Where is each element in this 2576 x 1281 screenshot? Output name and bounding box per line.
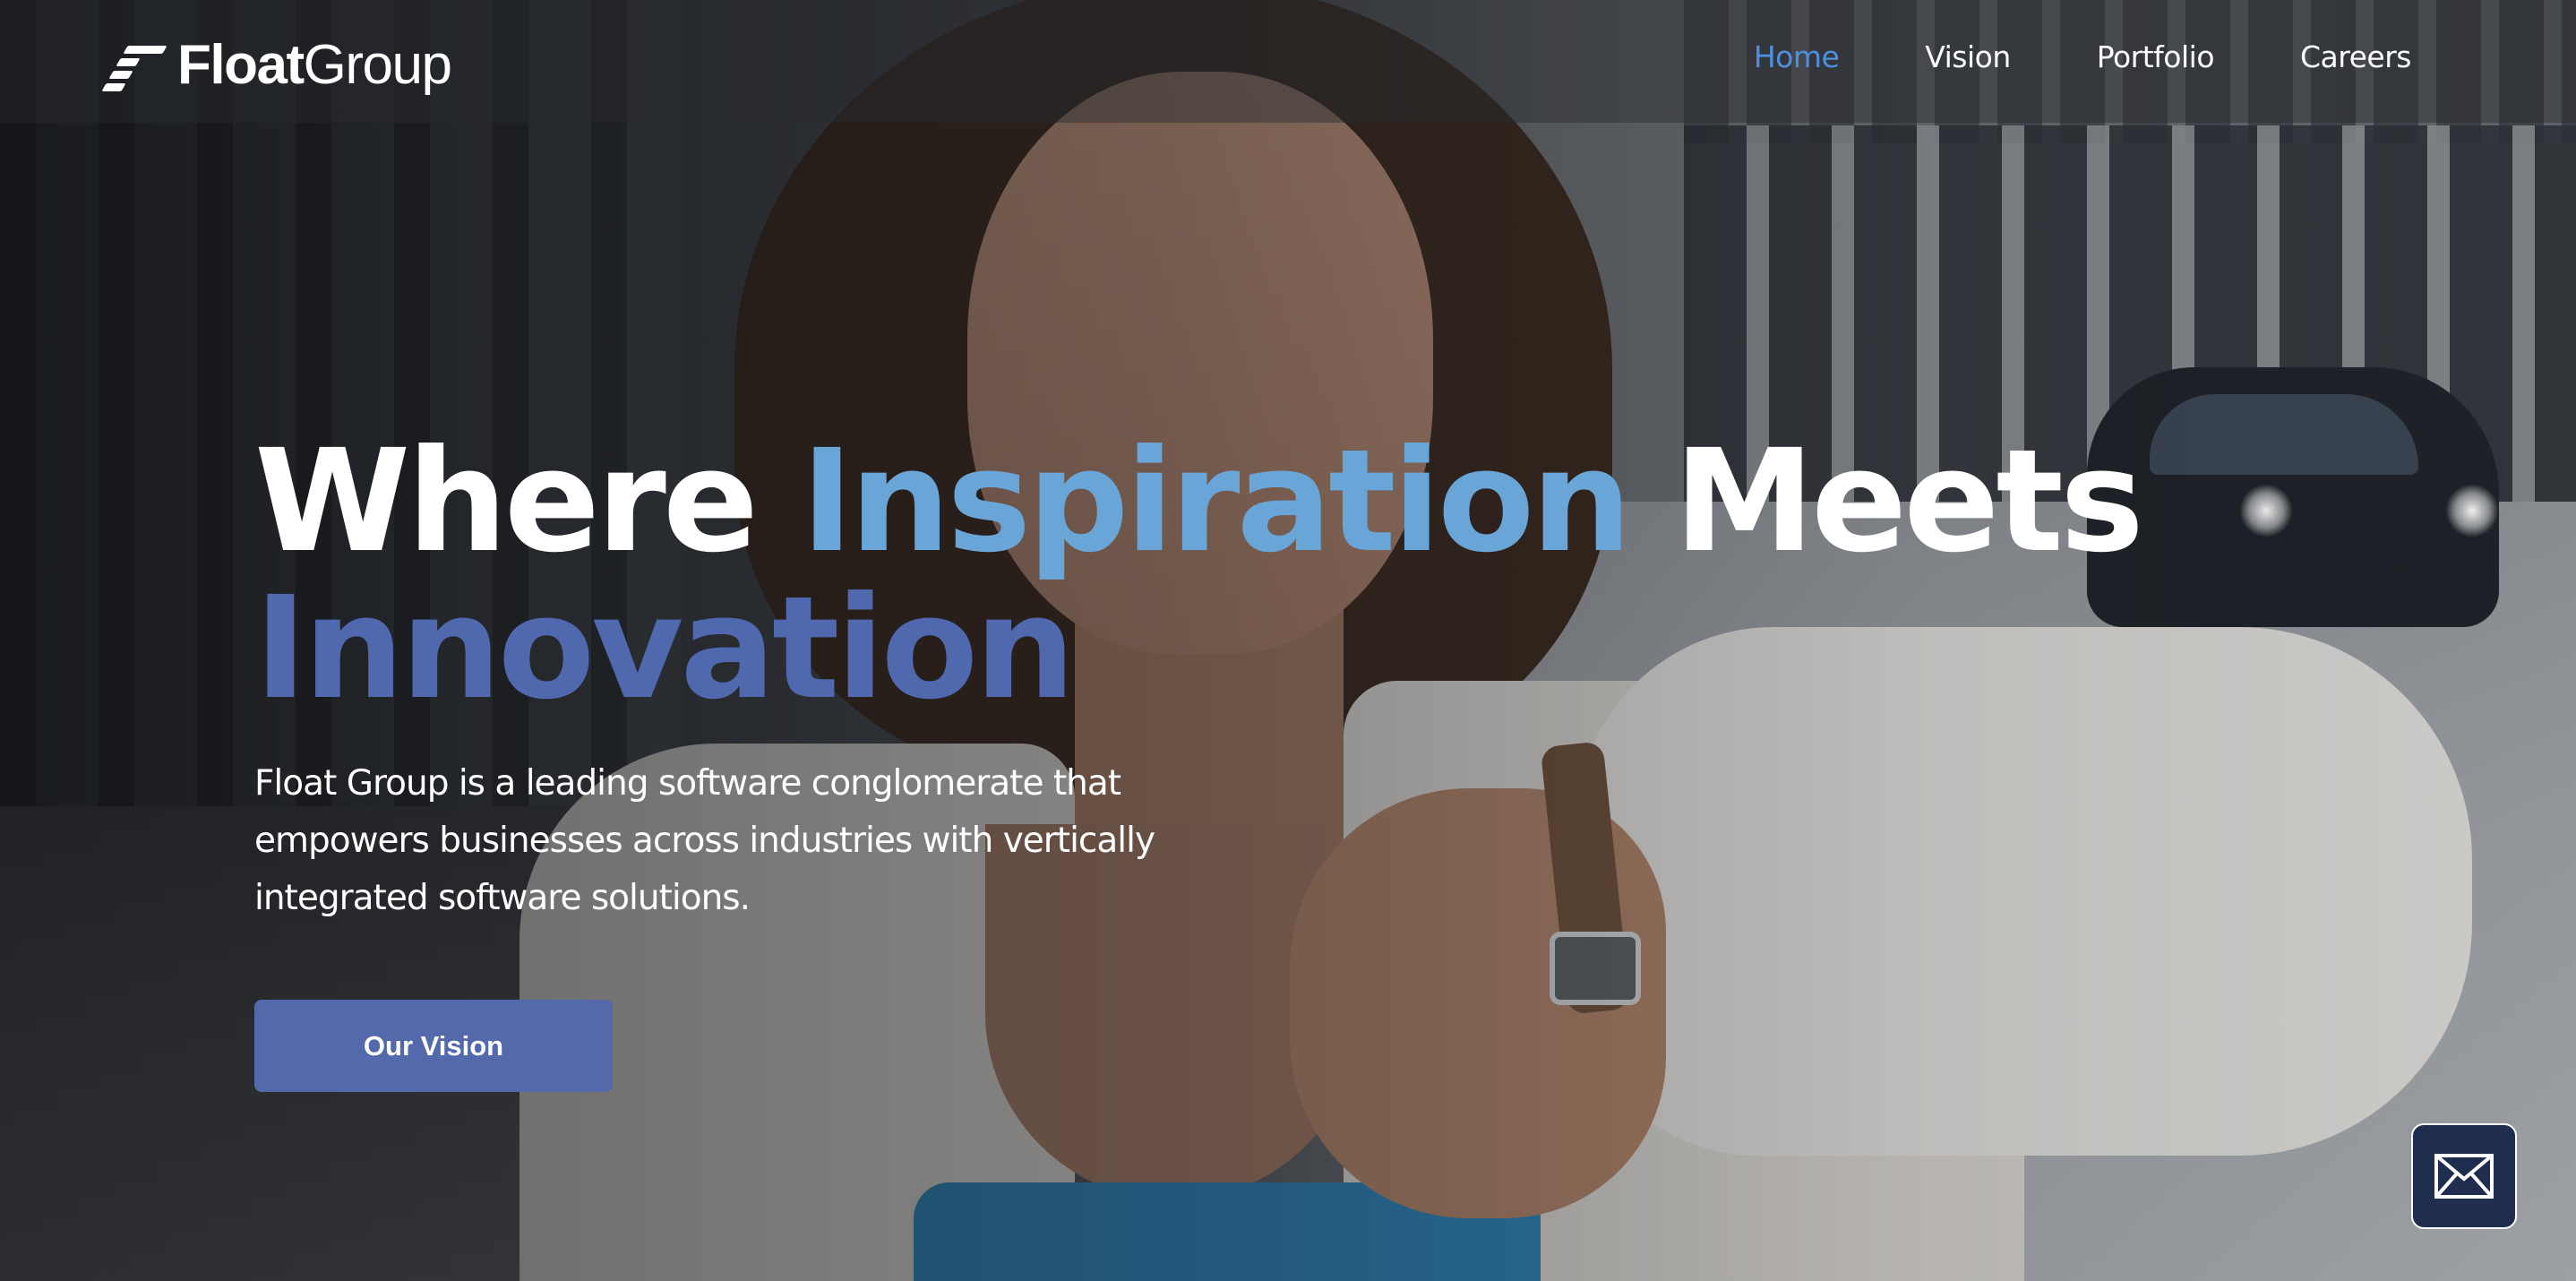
contact-button[interactable]: [2411, 1123, 2517, 1229]
nav-item-careers[interactable]: Careers: [2300, 39, 2411, 74]
float-group-logo-icon: [101, 39, 167, 92]
hero-title: Where Inspiration Meets Innovation: [254, 428, 2144, 722]
hero-title-accent-inspiration: Inspiration: [801, 419, 1632, 584]
envelope-icon: [2434, 1154, 2494, 1199]
nav-item-portfolio[interactable]: Portfolio: [2097, 39, 2215, 74]
site-header: FloatGroup Home Vision Portfolio Careers: [0, 0, 2576, 123]
brand-logo-link[interactable]: FloatGroup: [101, 34, 452, 97]
nav-item-home[interactable]: Home: [1754, 39, 1840, 74]
brand-name: FloatGroup: [177, 34, 452, 96]
hero-description: Float Group is a leading software conglo…: [254, 763, 1155, 918]
hero-title-part1: Where: [254, 419, 802, 584]
our-vision-button[interactable]: Our Vision: [254, 1000, 613, 1092]
hero-title-part2: Meets: [1627, 419, 2144, 584]
hero-title-accent-innovation: Innovation: [254, 566, 1076, 731]
main-nav: Home Vision Portfolio Careers: [1754, 39, 2412, 74]
nav-item-vision[interactable]: Vision: [1925, 39, 2011, 74]
